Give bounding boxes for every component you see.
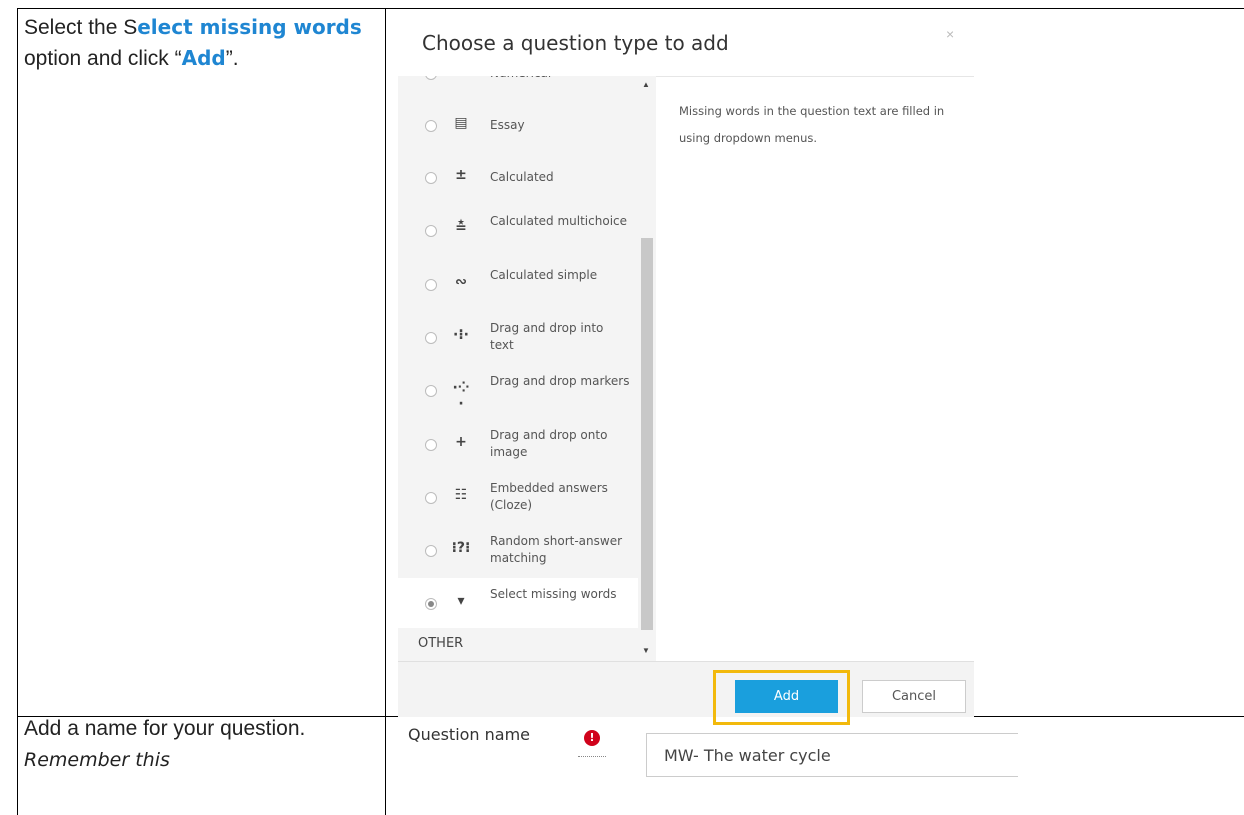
close-icon[interactable]: × (946, 26, 954, 42)
question-name-label: Question name (408, 725, 531, 744)
question-type-dialog: Choose a question type to add × OTHER ≐ N… (398, 10, 974, 725)
table-border-left (17, 8, 18, 815)
radio-button[interactable] (425, 545, 437, 558)
drag-drop-markers-icon: ·⁘· (452, 380, 470, 413)
question-type-option[interactable]: ± Calculated (398, 152, 638, 202)
question-type-label: Random short-answer matching (490, 534, 623, 566)
question-type-option[interactable]: ▤ Essay (398, 100, 638, 150)
dialog-title: Choose a question type to add (422, 31, 729, 55)
question-type-label: Calculated simple (490, 267, 598, 282)
step-1-middle: option and click “ (24, 47, 182, 70)
calculated-multichoice-icon: ≛ (455, 220, 467, 237)
cancel-button[interactable]: Cancel (862, 680, 966, 713)
question-type-option[interactable]: ·⁝· Drag and drop into text (398, 312, 638, 362)
calculated-icon: ± (455, 167, 467, 183)
radio-button[interactable] (425, 331, 437, 344)
step-2-instruction: Add a name for your question. Remember t… (24, 713, 364, 776)
question-type-option[interactable]: ▾ Select missing words (398, 578, 638, 629)
radio-button[interactable] (425, 491, 437, 504)
drag-drop-text-icon: ·⁝· (453, 326, 469, 343)
question-type-list[interactable]: OTHER ≐ Numerical ▤ Essay ± Calculated ≛ Calcul… (398, 76, 656, 670)
add-button[interactable]: Add (735, 680, 838, 713)
scroll-up-arrow-icon[interactable]: ▲ (642, 80, 650, 89)
dropdown-icon: ▾ (457, 593, 465, 610)
step-1-prefix: Select the S (24, 16, 138, 39)
question-type-option[interactable]: ⁝?⁝ Random short-answer matching (398, 525, 638, 575)
required-underline (578, 756, 606, 757)
question-type-label: Embedded answers (Cloze) (490, 480, 608, 512)
calculated-simple-icon: ∾ (455, 273, 467, 290)
radio-button[interactable] (425, 385, 437, 398)
question-type-option[interactable]: ≛ Calculated multichoice (398, 205, 638, 255)
numerical-icon: ≐ (450, 76, 472, 79)
question-type-option[interactable]: ☷ Embedded answers (Cloze) (398, 472, 638, 522)
question-type-label: Drag and drop onto image (490, 427, 608, 459)
step-1-suffix: ”. (225, 47, 239, 70)
radio-button[interactable] (425, 598, 437, 611)
question-type-label: Calculated (490, 170, 554, 184)
dialog-footer: Add Cancel (398, 661, 974, 725)
question-type-option[interactable]: ·⁘· Drag and drop markers (398, 365, 638, 415)
scrollbar-thumb[interactable] (641, 238, 653, 630)
question-type-option[interactable]: ≐ Numerical (398, 76, 638, 98)
question-type-label: Numerical (490, 76, 630, 82)
category-other[interactable]: OTHER (418, 636, 463, 651)
question-name-input[interactable] (646, 733, 1018, 777)
question-type-label: Drag and drop into text (490, 320, 604, 352)
scroll-down-arrow-icon[interactable]: ▼ (642, 646, 650, 655)
question-type-label: Select missing words (490, 587, 617, 602)
question-type-option[interactable]: + Drag and drop onto image (398, 419, 638, 469)
random-shortanswer-icon: ⁝?⁝ (451, 540, 471, 557)
required-icon: ! (584, 730, 600, 746)
step-2-italic: Remember this (24, 749, 170, 771)
step-1-highlight: elect missing words (137, 15, 362, 39)
radio-button[interactable] (425, 438, 437, 451)
step-1-add-word: Add (181, 46, 226, 70)
radio-button[interactable] (425, 76, 437, 80)
step-1-instruction: Select the Select missing words option a… (24, 12, 364, 74)
question-type-option[interactable]: ∾ Calculated simple (398, 259, 638, 309)
question-type-label: Essay (490, 118, 525, 132)
radio-button[interactable] (425, 225, 437, 238)
question-type-description: Missing words in the question text are f… (679, 104, 945, 145)
radio-button[interactable] (425, 172, 437, 184)
question-type-label: Calculated multichoice (490, 214, 628, 229)
drag-drop-image-icon: + (455, 433, 467, 450)
step-2-text: Add a name for your question. (24, 717, 306, 740)
table-border-top (17, 8, 1244, 9)
essay-icon: ▤ (454, 115, 468, 131)
table-border-middle (385, 8, 386, 815)
cloze-icon: ☷ (454, 486, 468, 503)
radio-button[interactable] (425, 120, 437, 132)
radio-button[interactable] (425, 278, 437, 291)
question-type-label: Drag and drop markers (490, 374, 630, 389)
